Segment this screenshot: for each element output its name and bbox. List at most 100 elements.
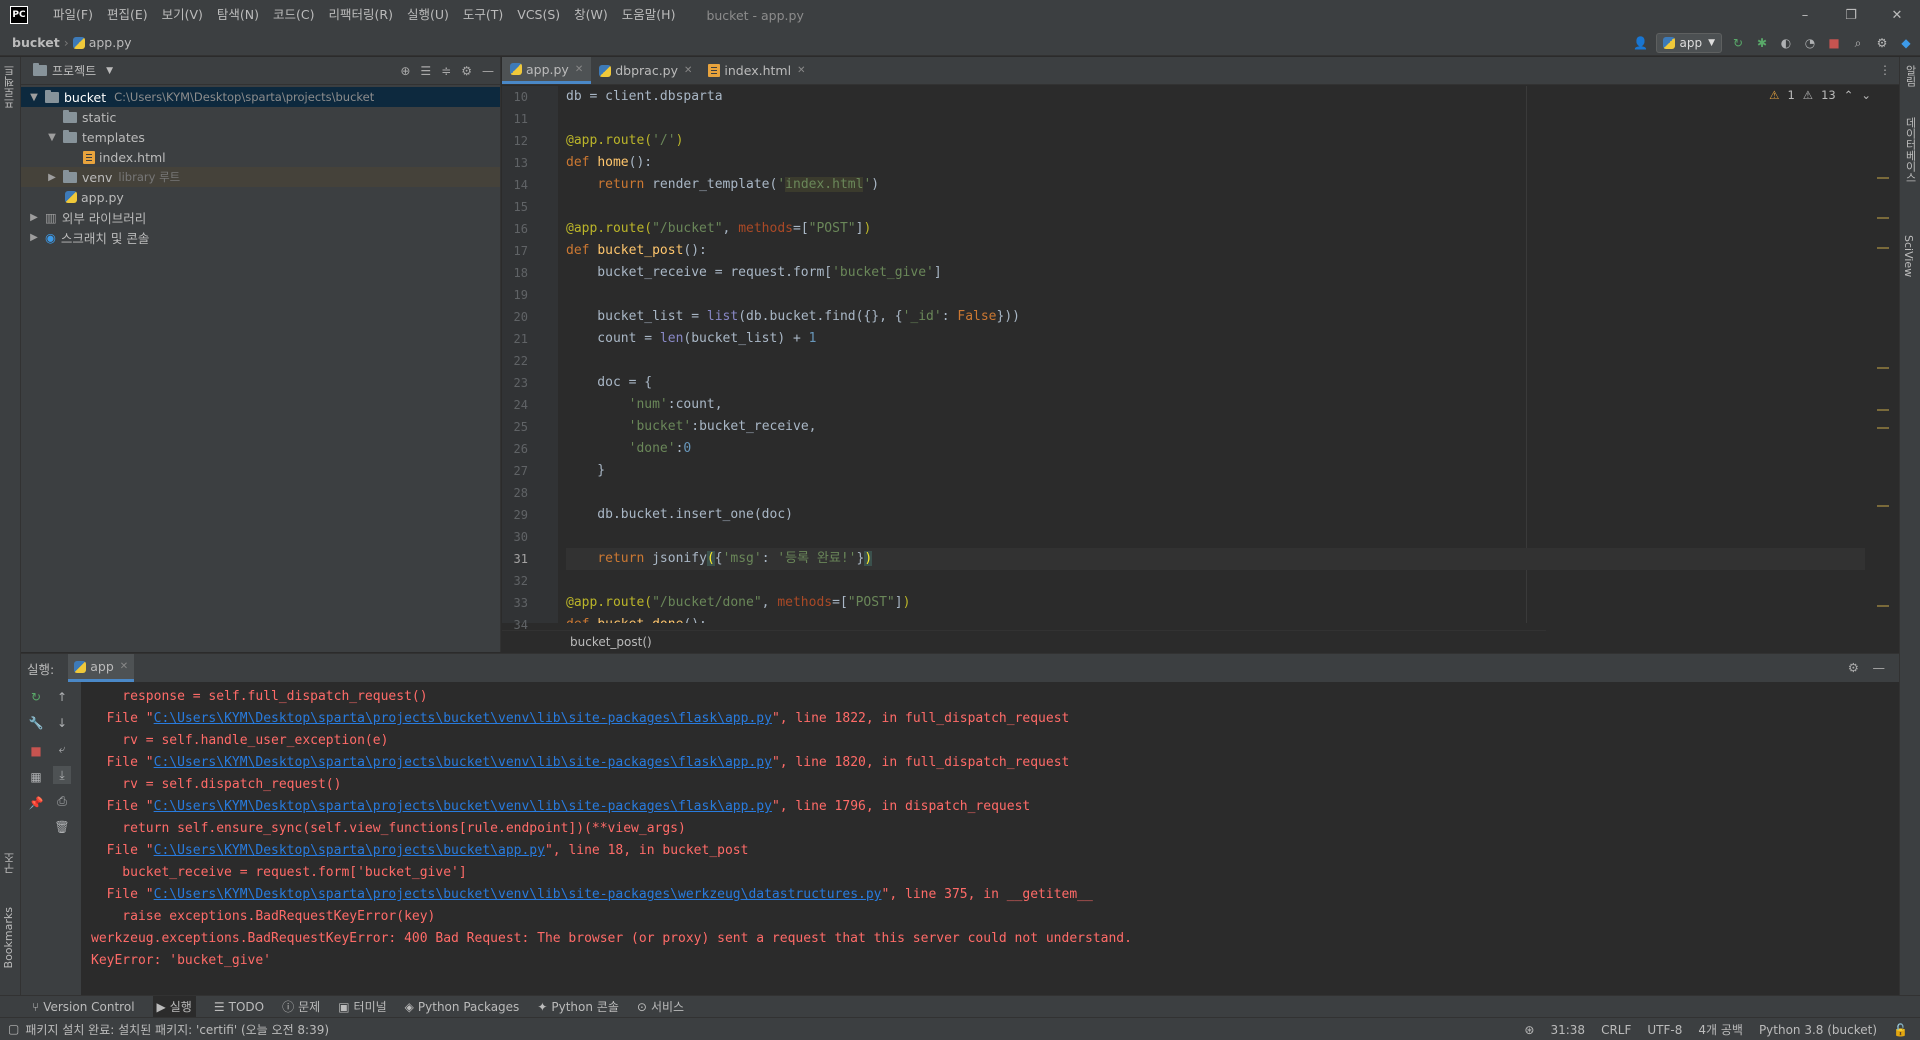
code-line[interactable]: }: [566, 460, 1865, 482]
wrench-icon[interactable]: 🔧: [27, 714, 45, 732]
arrow-down-icon[interactable]: ↓: [53, 714, 71, 732]
code-line[interactable]: [566, 350, 1865, 372]
menu-tools[interactable]: 도구(T): [456, 0, 510, 30]
breadcrumb-project[interactable]: bucket: [12, 35, 60, 50]
restore-button[interactable]: ❐: [1828, 0, 1874, 30]
tool-python-console[interactable]: ✦ Python 콘솔: [537, 998, 619, 1015]
warning-mark[interactable]: [1877, 217, 1889, 219]
gear-icon[interactable]: ⚙: [1848, 660, 1859, 675]
search-icon[interactable]: ⌕: [1850, 35, 1866, 51]
tab-index-html[interactable]: index.html ✕: [700, 57, 813, 84]
minimize-button[interactable]: –: [1782, 0, 1828, 30]
tree-item-external-libraries[interactable]: ▶ ▥ 외부 라이브러리: [21, 207, 500, 227]
code-line[interactable]: 'num':count,: [566, 394, 1865, 416]
close-icon[interactable]: ✕: [120, 661, 128, 672]
chevron-down-icon[interactable]: ▼: [106, 66, 113, 76]
stop-icon[interactable]: ■: [1826, 35, 1842, 51]
stacktrace-link[interactable]: C:\Users\KYM\Desktop\sparta\projects\buc…: [154, 799, 772, 814]
menu-run[interactable]: 실행(U): [400, 0, 456, 30]
code-line[interactable]: doc = {: [566, 372, 1865, 394]
menu-help[interactable]: 도움말(H): [615, 0, 683, 30]
code-line[interactable]: bucket_list = list(db.bucket.find({}, {'…: [566, 306, 1865, 328]
rerun-icon[interactable]: ↻: [27, 688, 45, 706]
code-line[interactable]: [566, 196, 1865, 218]
tool-services[interactable]: ⊙ 서비스: [637, 998, 684, 1015]
breadcrumb-file[interactable]: app.py: [89, 35, 132, 50]
pin-icon[interactable]: 📌: [27, 794, 45, 812]
code-line[interactable]: 'bucket':bucket_receive,: [566, 416, 1865, 438]
stacktrace-link[interactable]: C:\Users\KYM\Desktop\sparta\projects\buc…: [154, 843, 545, 858]
tool-terminal[interactable]: ▣ 터미널: [338, 998, 386, 1015]
chevron-up-icon[interactable]: ⌃: [1844, 88, 1854, 102]
warning-mark[interactable]: [1877, 247, 1889, 249]
code-line[interactable]: db.bucket.insert_one(doc): [566, 504, 1865, 526]
run-config-selector[interactable]: app ▼: [1656, 33, 1722, 53]
gear-icon[interactable]: ⚙: [461, 64, 472, 78]
hide-icon[interactable]: —: [1873, 660, 1886, 675]
lock-icon[interactable]: 🔓: [1893, 1023, 1908, 1037]
close-button[interactable]: ✕: [1874, 0, 1920, 30]
more-tabs-icon[interactable]: ⋮: [1879, 63, 1891, 77]
caret-position[interactable]: 31:38: [1550, 1023, 1585, 1037]
code-line[interactable]: bucket_receive = request.form['bucket_gi…: [566, 262, 1865, 284]
menu-edit[interactable]: 편집(E): [100, 0, 155, 30]
stop-icon[interactable]: ■: [27, 742, 45, 760]
warning-mark[interactable]: [1877, 177, 1889, 179]
soft-wrap-icon[interactable]: ⤶: [53, 740, 71, 758]
rerun-icon[interactable]: ↻: [1730, 35, 1746, 51]
menu-vcs[interactable]: VCS(S): [510, 0, 567, 30]
chevron-right-icon[interactable]: ▶: [45, 172, 59, 183]
chevron-right-icon[interactable]: ▶: [27, 212, 41, 223]
python-interpreter[interactable]: Python 3.8 (bucket): [1759, 1023, 1877, 1037]
code-line[interactable]: def home():: [566, 152, 1865, 174]
project-tool-tab[interactable]: 프로젝트: [2, 65, 18, 109]
run-tab-app[interactable]: app ✕: [68, 654, 135, 682]
warning-mark[interactable]: [1877, 409, 1889, 411]
stacktrace-link[interactable]: C:\Users\KYM\Desktop\sparta\projects\buc…: [154, 711, 772, 726]
console-output[interactable]: response = self.full_dispatch_request() …: [91, 682, 1875, 996]
gear-icon[interactable]: ⚙: [1874, 35, 1890, 51]
stacktrace-link[interactable]: C:\Users\KYM\Desktop\sparta\projects\buc…: [154, 887, 882, 902]
status-message[interactable]: 패키지 설치 완료: 설치된 패키지: 'certifi' (오늘 오전 8:3…: [25, 1021, 329, 1038]
chevron-down-icon[interactable]: ▼: [45, 132, 59, 143]
code-line[interactable]: [566, 570, 1865, 592]
menu-window[interactable]: 창(W): [567, 0, 615, 30]
scroll-to-end-icon[interactable]: ⤓: [53, 766, 71, 784]
code-line[interactable]: def bucket_post():: [566, 240, 1865, 262]
git-icon[interactable]: ⊛: [1524, 1023, 1534, 1037]
arrow-up-icon[interactable]: ↑: [53, 688, 71, 706]
project-pane-title[interactable]: 프로젝트: [52, 62, 96, 79]
close-icon[interactable]: ✕: [797, 65, 805, 76]
bookmarks-tool-tab[interactable]: Bookmarks: [2, 907, 15, 968]
tree-item-templates[interactable]: ▼ templates: [21, 127, 500, 147]
close-icon[interactable]: ✕: [684, 65, 692, 76]
file-encoding[interactable]: UTF-8: [1647, 1023, 1682, 1037]
code-editor[interactable]: db = client.dbsparta @app.route('/') def…: [566, 86, 1865, 623]
code-breadcrumb[interactable]: bucket_post(): [502, 630, 1546, 652]
profile-icon[interactable]: ◔: [1802, 35, 1818, 51]
chevron-down-icon[interactable]: ⌄: [1861, 88, 1871, 102]
warning-mark[interactable]: [1877, 367, 1889, 369]
database-tool-tab[interactable]: 데이터베이스: [1902, 117, 1918, 183]
tab-dbprac-py[interactable]: dbprac.py ✕: [591, 57, 700, 84]
chevron-down-icon[interactable]: ▼: [27, 92, 41, 103]
user-icon[interactable]: 👤: [1632, 35, 1648, 51]
error-stripe[interactable]: [1877, 117, 1891, 617]
warning-mark[interactable]: [1877, 505, 1889, 507]
debug-icon[interactable]: ✱: [1754, 35, 1770, 51]
tool-version-control[interactable]: ⑂ Version Control: [32, 1000, 135, 1014]
status-layout-icon[interactable]: ▢: [8, 1022, 19, 1036]
line-separator[interactable]: CRLF: [1601, 1023, 1631, 1037]
notifications-tool-tab[interactable]: 알림: [1902, 65, 1918, 87]
sciview-tool-tab[interactable]: SciView: [1902, 235, 1915, 277]
code-line[interactable]: [566, 482, 1865, 504]
tree-item-app-py[interactable]: app.py: [21, 187, 500, 207]
layout-icon[interactable]: ▦: [27, 768, 45, 786]
code-line-current[interactable]: return jsonify({'msg': '등록 완료!'}): [566, 548, 1865, 570]
code-line[interactable]: [566, 526, 1865, 548]
tree-item-static[interactable]: static: [21, 107, 500, 127]
inspection-widget[interactable]: ⚠ 1 ⚠ 13 ⌃ ⌄: [1769, 88, 1871, 102]
coverage-icon[interactable]: ◐: [1778, 35, 1794, 51]
tree-item-scratches[interactable]: ▶ ◉ 스크래치 및 콘솔: [21, 227, 500, 247]
hide-icon[interactable]: —: [482, 64, 494, 78]
